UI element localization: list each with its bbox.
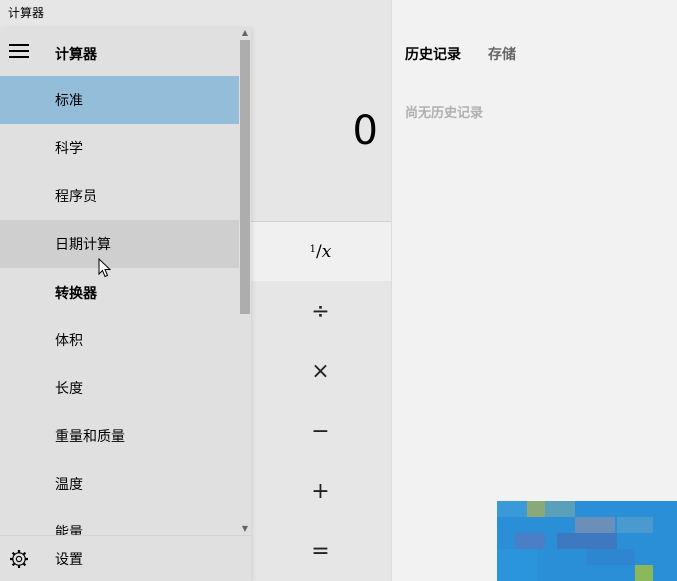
settings-item[interactable]: 设置 <box>0 535 251 581</box>
result-display: 0 <box>352 108 378 154</box>
nav-title: 计算器 <box>55 47 97 63</box>
nav-item-programmer[interactable]: 程序员 <box>0 172 239 220</box>
scroll-down-icon[interactable]: ▼ <box>239 524 251 534</box>
divide-button[interactable]: ÷ <box>250 281 391 341</box>
nav-item-energy[interactable]: 能量 <box>0 515 239 535</box>
nav-section-converter: 转换器 <box>55 286 97 302</box>
tab-history[interactable]: 历史记录 <box>405 44 461 64</box>
tab-memory[interactable]: 存储 <box>488 44 516 64</box>
navigation-drawer: 计算器 标准 科学 程序员 日期计算 转换器 体积 长度 重量和质量 温度 能量… <box>0 28 251 581</box>
gear-icon <box>10 550 28 568</box>
history-pane: 历史记录 存储 尚无历史记录 <box>391 0 677 581</box>
empty-history-text: 尚无历史记录 <box>405 106 484 121</box>
nav-scrollbar[interactable]: ▲ ▼ <box>239 28 251 535</box>
add-button[interactable]: + <box>250 461 391 521</box>
nav-item-scientific[interactable]: 科学 <box>0 124 239 172</box>
nav-item-weight-mass[interactable]: 重量和质量 <box>0 412 239 460</box>
menu-icon[interactable] <box>9 44 29 58</box>
subtract-button[interactable]: − <box>250 401 391 461</box>
nav-item-temperature[interactable]: 温度 <box>0 460 239 508</box>
scroll-thumb[interactable] <box>240 40 250 314</box>
reciprocal-button[interactable]: 1/x <box>250 222 391 281</box>
cursor-icon <box>98 258 112 278</box>
nav-item-length[interactable]: 长度 <box>0 364 239 412</box>
window-title: 计算器 <box>8 6 45 20</box>
desktop-background-image <box>497 501 677 581</box>
multiply-button[interactable]: × <box>250 341 391 401</box>
nav-item-date-calculation[interactable]: 日期计算 <box>0 220 239 268</box>
nav-item-standard[interactable]: 标准 <box>0 76 239 124</box>
equals-button[interactable]: = <box>250 521 391 581</box>
settings-label: 设置 <box>55 552 83 568</box>
nav-item-volume[interactable]: 体积 <box>0 316 239 364</box>
scroll-up-icon[interactable]: ▲ <box>239 28 251 38</box>
